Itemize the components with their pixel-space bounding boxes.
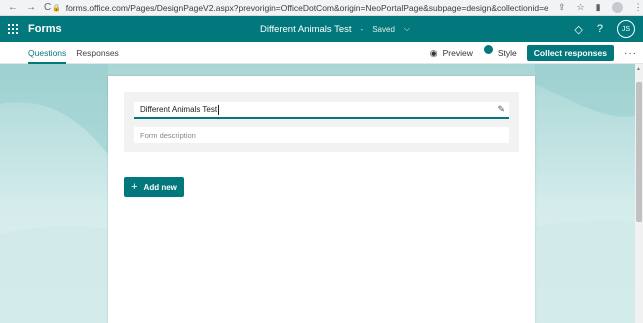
form-title-text: Different Animals Test	[140, 105, 218, 114]
palette-icon	[483, 45, 493, 58]
page-scrollbar[interactable]: ▲	[635, 64, 643, 323]
form-description-input[interactable]: Form description	[134, 127, 509, 143]
save-status: Saved	[372, 24, 395, 34]
preview-button[interactable]: ◉ Preview	[430, 48, 473, 59]
browser-toolbar: ← → C 🔒 forms.office.com/Pages/DesignPag…	[0, 0, 643, 16]
eye-icon: ◉	[429, 47, 438, 58]
profile-avatar[interactable]	[611, 2, 623, 13]
share-icon[interactable]: ⇪	[558, 2, 566, 13]
form-card: Different Animals Test ✎ Form descriptio…	[108, 76, 535, 323]
add-new-button[interactable]: + Add new	[124, 177, 184, 197]
style-label: Style	[497, 48, 517, 58]
tab-responses[interactable]: Responses	[72, 42, 123, 64]
diamond-icon[interactable]: ◇	[574, 23, 582, 36]
chevron-down-icon[interactable]: ⌵	[404, 24, 410, 34]
app-header: Forms Different Animals Test - Saved ⌵ ◇…	[0, 16, 643, 42]
add-new-label: Add new	[143, 182, 177, 192]
sidebar-icon[interactable]: ▮	[596, 2, 601, 13]
app-name[interactable]: Forms	[28, 23, 62, 35]
insert-image-icon[interactable]: ✎	[497, 104, 505, 115]
form-title-header[interactable]: Different Animals Test - Saved ⌵	[260, 16, 410, 42]
header-separator: -	[360, 24, 364, 34]
collect-responses-button[interactable]: Collect responses	[526, 45, 614, 61]
toolbar-actions: ◉ Preview Style Collect responses ···	[430, 42, 637, 64]
bookmark-star-icon[interactable]: ☆	[577, 2, 585, 13]
address-bar[interactable]: 🔒 forms.office.com/Pages/DesignPageV2.as…	[52, 1, 548, 15]
app-launcher-icon[interactable]	[8, 24, 18, 34]
preview-label: Preview	[442, 48, 473, 58]
text-cursor	[218, 104, 220, 115]
browser-actions: ⇪ ☆ ▮ ⋮	[558, 2, 643, 13]
more-options-icon[interactable]: ···	[624, 48, 637, 59]
reload-icon[interactable]: C	[44, 2, 51, 13]
style-button[interactable]: Style	[483, 45, 517, 58]
scrollbar-thumb[interactable]	[636, 82, 642, 222]
back-icon[interactable]: ←	[8, 2, 18, 13]
lock-icon: 🔒	[52, 4, 61, 12]
plus-icon: +	[131, 181, 138, 193]
url-text: forms.office.com/Pages/DesignPageV2.aspx…	[65, 2, 548, 13]
form-title-input[interactable]: Different Animals Test ✎	[134, 102, 509, 119]
browser-nav: ← → C	[0, 2, 51, 13]
scroll-up-icon[interactable]: ▲	[636, 66, 641, 72]
form-toolbar: Questions Responses ◉ Preview Style Coll…	[0, 42, 643, 64]
forward-icon[interactable]: →	[26, 2, 36, 13]
form-header-section: Different Animals Test ✎ Form descriptio…	[124, 92, 519, 152]
menu-kebab-icon[interactable]: ⋮	[634, 2, 643, 13]
help-icon[interactable]: ?	[597, 23, 603, 35]
user-avatar[interactable]: JS	[617, 20, 635, 38]
tab-questions[interactable]: Questions	[24, 42, 70, 64]
header-actions: ◇ ? JS	[574, 16, 635, 42]
header-form-title: Different Animals Test	[260, 23, 352, 35]
